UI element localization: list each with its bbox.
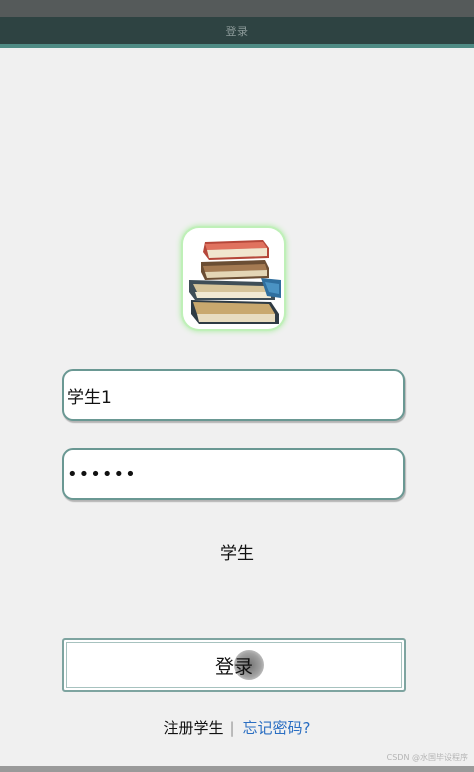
title-underline bbox=[0, 44, 474, 48]
watermark: CSDN @水国毕设程序 bbox=[386, 753, 468, 762]
link-separator: | bbox=[229, 718, 235, 737]
bottom-bar bbox=[0, 766, 474, 772]
books-icon bbox=[183, 228, 284, 329]
register-link[interactable]: 注册学生 bbox=[163, 717, 223, 738]
window-title: 登录 bbox=[225, 24, 249, 38]
username-field[interactable]: 学生1 bbox=[62, 369, 405, 421]
password-field[interactable]: •••••• bbox=[62, 448, 405, 500]
password-value: •••••• bbox=[67, 463, 137, 485]
status-strip bbox=[0, 0, 474, 17]
role-selector[interactable]: 学生 bbox=[0, 539, 474, 564]
forgot-password-link[interactable]: 忘记密码? bbox=[243, 717, 311, 738]
login-button[interactable]: 登录 bbox=[62, 638, 406, 692]
username-value: 学生1 bbox=[67, 387, 112, 408]
bottom-links: 注册学生 | 忘记密码? bbox=[0, 717, 474, 738]
title-bar: 登录 bbox=[0, 17, 474, 44]
login-button-label: 登录 bbox=[214, 655, 253, 678]
